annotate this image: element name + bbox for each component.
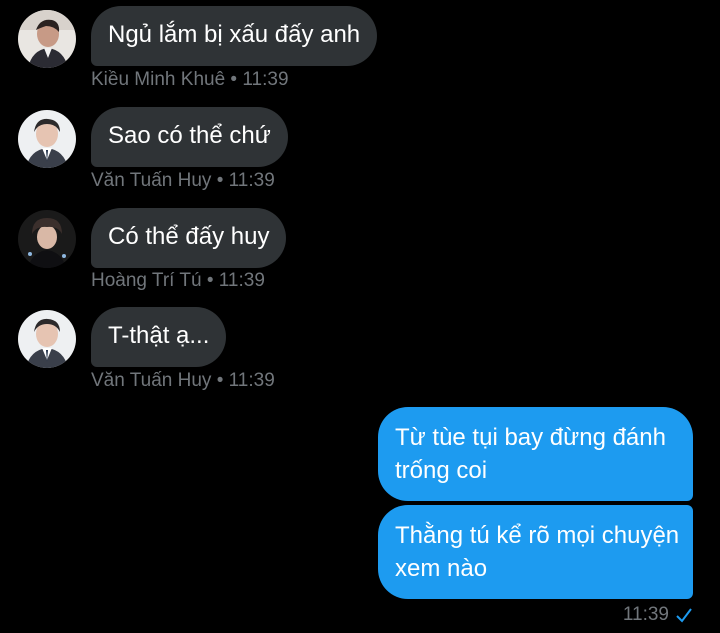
message-bubble[interactable]: Có thể đấy huy: [91, 208, 287, 268]
avatar-huy-icon: [18, 310, 76, 368]
outgoing-meta: 11:39: [623, 604, 693, 626]
message-meta: Kiều Minh Khuê • 11:39: [91, 69, 289, 91]
avatar-huy-icon: [18, 110, 76, 168]
message-meta: Văn Tuấn Huy • 11:39: [91, 170, 275, 192]
message-time: 11:39: [228, 370, 275, 391]
sender-name[interactable]: Kiều Minh Khuê: [91, 69, 225, 90]
avatar[interactable]: [18, 310, 76, 368]
message-bubble[interactable]: Sao có thể chứ: [91, 107, 288, 167]
avatar-tu-icon: [18, 210, 76, 268]
meta-separator: •: [201, 270, 219, 291]
meta-separator: •: [211, 370, 229, 391]
outgoing-message-bubble[interactable]: Thằng tú kể rõ mọi chuyện xem nào: [378, 505, 693, 599]
message-time: 11:39: [622, 604, 669, 625]
sender-name[interactable]: Văn Tuấn Huy: [91, 170, 211, 191]
avatar-khue-icon: [18, 10, 76, 68]
message-time: 11:39: [218, 270, 265, 291]
message-time: 11:39: [228, 170, 275, 191]
outgoing-message-bubble[interactable]: Từ tùe tụi bay đừng đánh trống coi: [378, 407, 693, 501]
message-bubble[interactable]: T-thật ạ...: [91, 307, 227, 367]
avatar[interactable]: [18, 10, 76, 68]
sender-name[interactable]: Hoàng Trí Tú: [91, 270, 202, 291]
message-bubble[interactable]: Ngủ lắm bị xấu đấy anh: [91, 6, 378, 66]
meta-separator: •: [225, 69, 243, 90]
message-meta: Văn Tuấn Huy • 11:39: [91, 370, 275, 392]
sender-name[interactable]: Văn Tuấn Huy: [91, 370, 211, 391]
checkmark-icon: [676, 608, 692, 623]
message-time: 11:39: [242, 69, 289, 90]
avatar[interactable]: [18, 110, 76, 168]
meta-separator: •: [211, 170, 229, 191]
message-meta: Hoàng Trí Tú • 11:39: [91, 270, 265, 292]
avatar[interactable]: [18, 210, 76, 268]
